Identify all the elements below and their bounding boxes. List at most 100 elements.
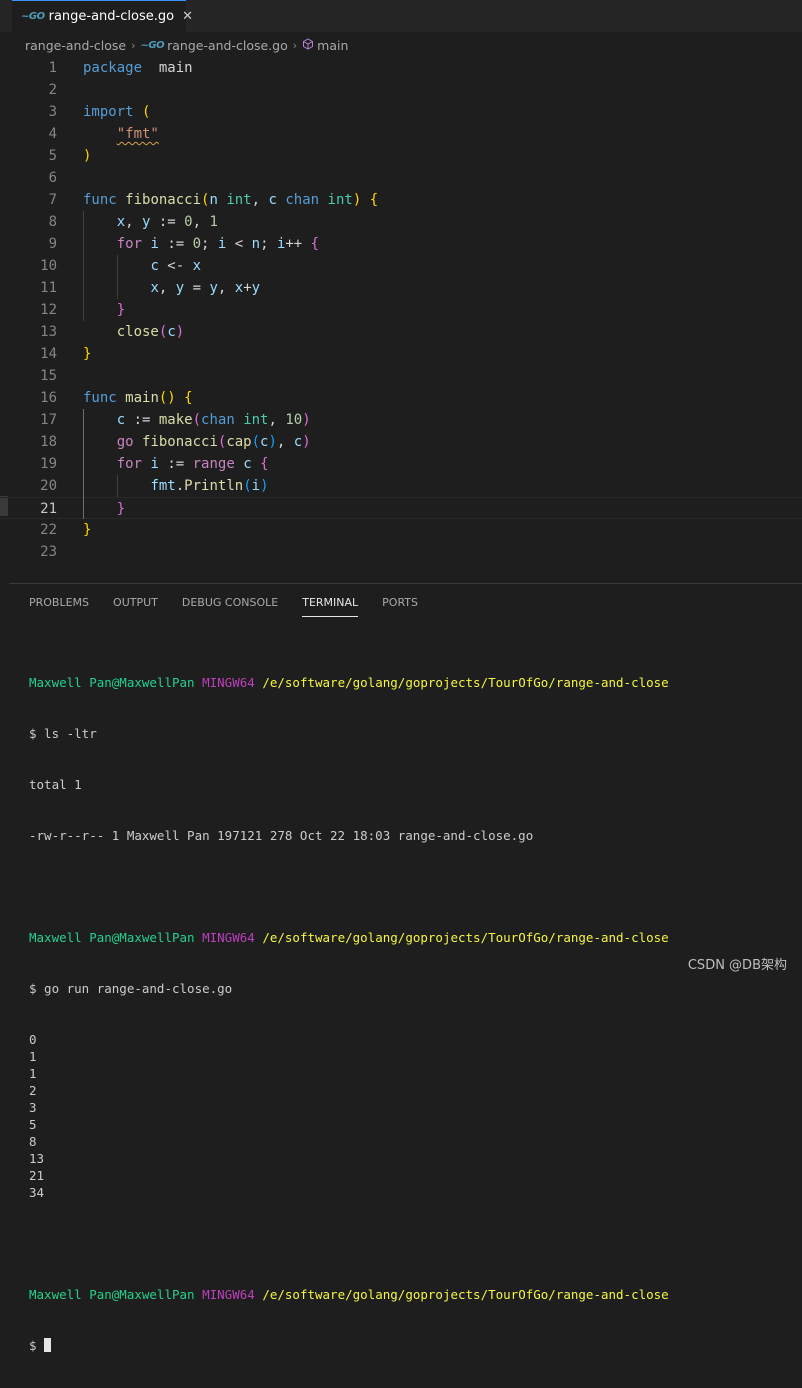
breadcrumb-folder[interactable]: range-and-close bbox=[25, 38, 126, 53]
line-number: 8 bbox=[48, 214, 57, 230]
terminal-output[interactable]: Maxwell Pan@MaxwellPan MINGW64 /e/softwa… bbox=[29, 640, 669, 1388]
line-number: 1 bbox=[48, 60, 57, 76]
code-line[interactable]: 2 bbox=[0, 79, 802, 101]
chevron-right-icon: › bbox=[292, 38, 298, 52]
code-line[interactable]: 22} bbox=[0, 519, 802, 541]
code-text: for i := range c { bbox=[116, 456, 269, 472]
code-line[interactable]: 5) bbox=[0, 145, 802, 167]
output-line: 5 bbox=[29, 1117, 37, 1132]
code-text: go fibonacci(cap(c), c) bbox=[116, 434, 311, 450]
code-text: x, y = y, x+y bbox=[150, 280, 261, 296]
code-line[interactable]: 16 func main() { bbox=[0, 387, 802, 409]
tab-label: range-and-close.go bbox=[48, 9, 175, 24]
code-line[interactable]: 8 x, y := 0, 1 bbox=[0, 211, 802, 233]
terminal-text: total 1 bbox=[29, 777, 82, 792]
code-editor[interactable]: 1 package main 2 3 import (4 "fmt" 5) 6 7 func f… bbox=[0, 56, 802, 580]
line-number: 9 bbox=[48, 236, 57, 252]
code-text: c <- x bbox=[150, 258, 202, 274]
terminal-input-line[interactable]: $ bbox=[29, 1337, 669, 1354]
line-number: 16 bbox=[40, 390, 57, 406]
bottom-panel: PROBLEMS OUTPUT DEBUG CONSOLE TERMINAL PORTS… bbox=[9, 583, 802, 1353]
line-number: 13 bbox=[40, 324, 57, 340]
line-number: 18 bbox=[40, 434, 57, 450]
tab-debug-console[interactable]: DEBUG CONSOLE bbox=[182, 596, 278, 620]
output-line: 13 bbox=[29, 1151, 45, 1166]
chevron-right-icon: › bbox=[131, 38, 136, 52]
output-line: 21 bbox=[29, 1168, 45, 1183]
code-line[interactable]: 9 for i := 0; i < n; i++ { bbox=[0, 233, 802, 255]
line-number: 20 bbox=[40, 478, 57, 494]
go-file-icon: ~GO bbox=[21, 11, 45, 22]
code-line[interactable]: 17 c := make(chan int, 10) bbox=[0, 409, 802, 431]
code-text: import ( bbox=[83, 104, 151, 120]
line-number: 2 bbox=[48, 82, 57, 98]
breadcrumb: range-and-close › ~GO range-and-close.go… bbox=[25, 36, 348, 54]
code-line[interactable]: 23 bbox=[0, 541, 802, 563]
code-line[interactable]: 7 func fibonacci(n int, c chan int) { bbox=[0, 189, 802, 211]
tab-terminal[interactable]: TERMINAL bbox=[302, 596, 358, 620]
output-line: 8 bbox=[29, 1134, 37, 1149]
close-icon[interactable]: ✕ bbox=[182, 9, 193, 24]
line-number: 14 bbox=[40, 346, 57, 362]
line-number: 23 bbox=[40, 544, 57, 560]
editor-tab-bar: ~GO range-and-close.go ✕ bbox=[0, 0, 802, 32]
code-text: func fibonacci(n int, c chan int) { bbox=[83, 192, 379, 208]
program-output: 0 1 1 2 3 5 8 13 21 34 bbox=[29, 1031, 669, 1201]
symbol-method-icon bbox=[302, 37, 314, 53]
code-line[interactable]: 18 go fibonacci(cap(c), c) bbox=[0, 431, 802, 453]
line-number: 3 bbox=[48, 104, 57, 120]
code-text: x, y := 0, 1 bbox=[116, 214, 218, 230]
code-line[interactable]: 19 for i := range c { bbox=[0, 453, 802, 475]
code-text: close(c) bbox=[116, 324, 185, 340]
code-line[interactable]: 10 c <- x bbox=[0, 255, 802, 277]
line-number: 15 bbox=[40, 368, 57, 384]
output-line: 3 bbox=[29, 1100, 37, 1115]
tab-problems[interactable]: PROBLEMS bbox=[29, 596, 89, 620]
line-number: 19 bbox=[40, 456, 57, 472]
code-line[interactable]: 14} bbox=[0, 343, 802, 365]
code-text: } bbox=[83, 522, 92, 538]
code-line[interactable]: 3 import ( bbox=[0, 101, 802, 123]
code-text: } bbox=[83, 346, 92, 362]
indent-guide bbox=[83, 409, 84, 519]
indent-guide bbox=[117, 475, 118, 497]
line-number: 10 bbox=[40, 258, 57, 274]
code-text: package main bbox=[83, 60, 193, 76]
code-line[interactable]: 6 bbox=[0, 167, 802, 189]
line-number: 4 bbox=[48, 126, 57, 142]
output-line: 2 bbox=[29, 1083, 37, 1098]
code-text: fmt.Println(i) bbox=[150, 478, 269, 494]
tab-ports[interactable]: PORTS bbox=[382, 596, 418, 620]
breadcrumb-symbol[interactable]: main bbox=[317, 38, 348, 53]
watermark: CSDN @DB架构 bbox=[687, 958, 787, 973]
breadcrumb-file[interactable]: range-and-close.go bbox=[167, 38, 288, 53]
code-line[interactable]: 20 fmt.Println(i) bbox=[0, 475, 802, 497]
code-line[interactable]: 4 "fmt" bbox=[0, 123, 802, 145]
indent-guide bbox=[117, 255, 118, 299]
output-line: 1 bbox=[29, 1049, 37, 1064]
output-line: 34 bbox=[29, 1185, 45, 1200]
code-line[interactable]: 12 } bbox=[0, 299, 802, 321]
code-text: c := make(chan int, 10) bbox=[116, 412, 311, 428]
code-line[interactable]: 1 package main bbox=[0, 57, 802, 79]
terminal-cursor bbox=[44, 1338, 52, 1352]
tab-output[interactable]: OUTPUT bbox=[113, 596, 158, 620]
output-line: 0 bbox=[29, 1032, 37, 1047]
line-number: 12 bbox=[40, 302, 57, 318]
code-text: for i := 0; i < n; i++ { bbox=[116, 236, 320, 252]
code-line[interactable]: 15 bbox=[0, 365, 802, 387]
terminal-text: -rw-r--r-- 1 Maxwell Pan 197121 278 Oct … bbox=[29, 828, 534, 843]
line-number: 17 bbox=[40, 412, 57, 428]
terminal-command: $ ls -ltr bbox=[29, 726, 97, 741]
code-line[interactable]: 21 } bbox=[0, 497, 802, 519]
code-text: } bbox=[116, 501, 126, 517]
code-line[interactable]: 13 close(c) bbox=[0, 321, 802, 343]
code-text: "fmt" bbox=[116, 126, 159, 142]
line-number: 5 bbox=[48, 148, 57, 164]
code-text: ) bbox=[83, 148, 92, 164]
tab-range-and-close-go[interactable]: ~GO range-and-close.go ✕ bbox=[12, 0, 193, 32]
line-number: 11 bbox=[40, 280, 57, 296]
code-line[interactable]: 11 x, y = y, x+y bbox=[0, 277, 802, 299]
go-file-icon: ~GO bbox=[140, 39, 165, 51]
code-text: } bbox=[116, 302, 126, 318]
